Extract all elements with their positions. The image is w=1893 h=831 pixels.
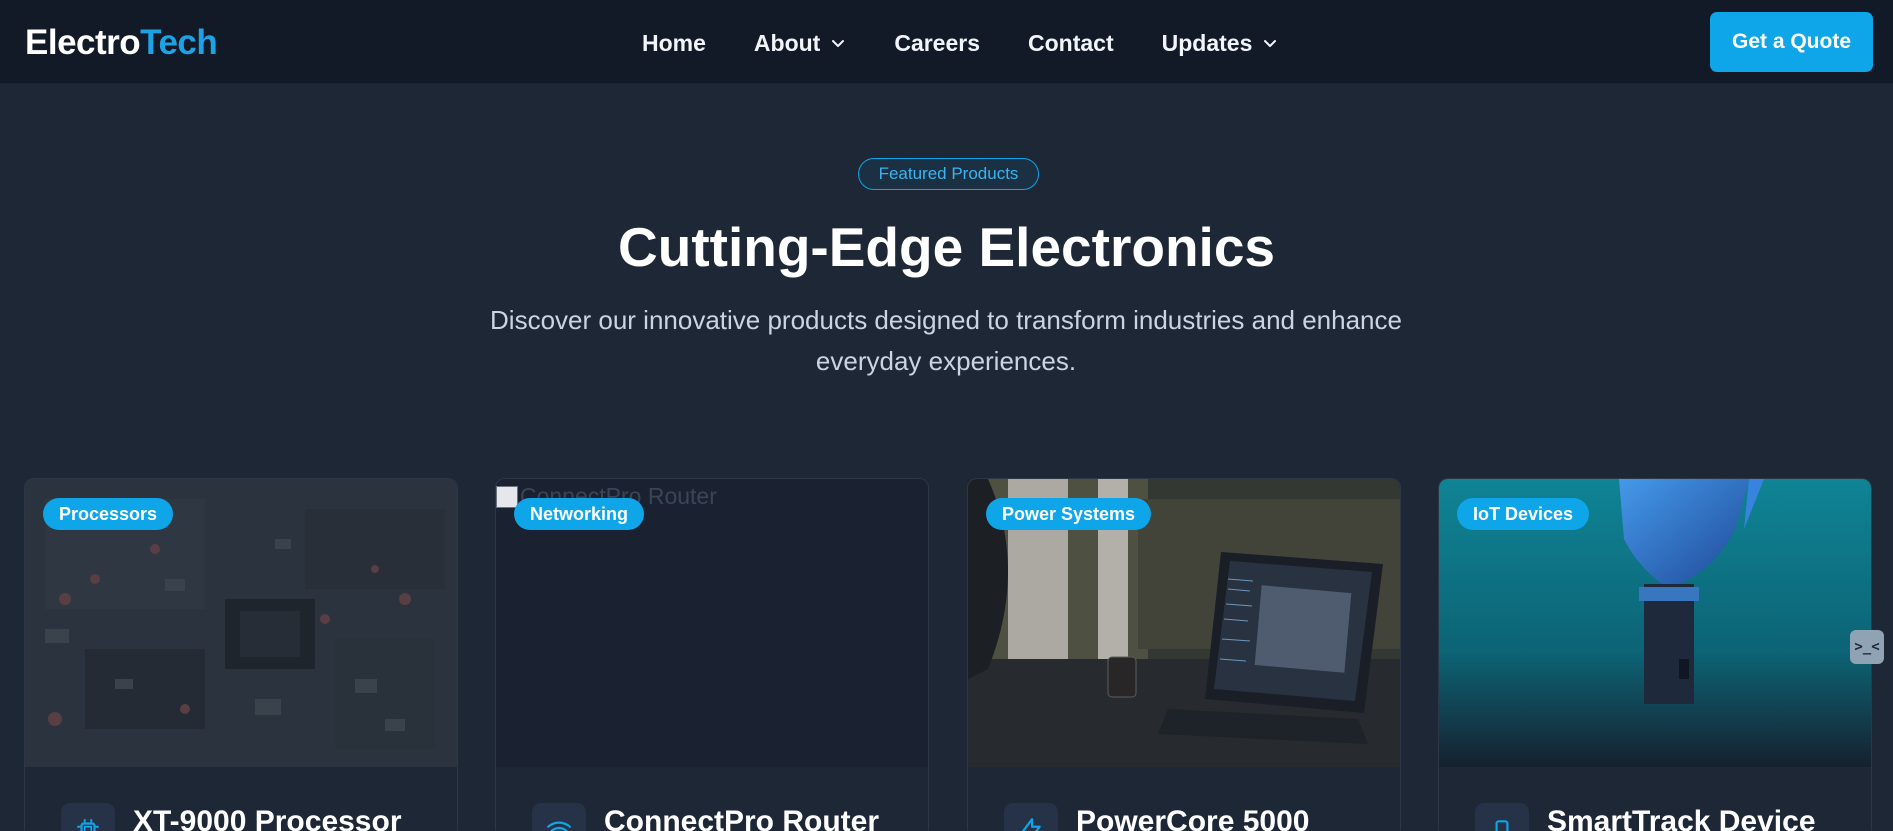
chip-icon [61,803,115,831]
get-quote-button[interactable]: Get a Quote [1710,12,1873,72]
nav-links: Home About Careers Contact Updates [642,26,1278,60]
nav-item-label: Updates [1161,29,1253,56]
lightning-icon [1004,803,1058,831]
wifi-icon [532,803,586,831]
navbar: ElectroTech Home About Careers Contact U… [0,0,1893,84]
nav-item-careers[interactable]: Careers [894,30,980,57]
product-name[interactable]: SmartTrack Device [1547,805,1816,831]
product-card[interactable]: ConnectPro Router Networking ConnectPro … [495,478,929,831]
nav-item-label: Careers [894,29,981,56]
card-body: XT-9000 Processor [25,767,457,831]
nav-item-home[interactable]: Home [642,30,706,57]
category-badge: Networking [514,498,645,530]
product-name[interactable]: XT-9000 Processor [133,805,402,831]
product-card[interactable]: Processors XT-9000 Processor [24,478,458,831]
category-badge: Power Systems [986,498,1152,530]
product-name[interactable]: PowerCore 5000 [1076,805,1309,831]
category-badge: IoT Devices [1457,498,1590,530]
card-body: ConnectPro Router [496,767,928,831]
featured-badge: Featured Products [858,158,1039,190]
product-card[interactable]: Power Systems PowerCore 5000 [967,478,1401,831]
logo-part2: Tech [140,23,218,62]
card-body: SmartTrack Device [1439,767,1871,831]
hero-subtitle: Discover our innovative products designe… [490,305,1402,376]
logo-part1: Electro [25,23,141,62]
broken-image-icon [496,485,518,508]
nav-item-label: Home [642,29,706,56]
nav-item-contact[interactable]: Contact [1028,30,1114,57]
nav-item-label: About [753,29,821,56]
product-name[interactable]: ConnectPro Router [604,805,879,831]
logo[interactable]: ElectroTech [25,23,218,63]
chevron-down-icon [1264,40,1277,47]
nav-item-updates[interactable]: Updates [1162,30,1279,57]
card-body: PowerCore 5000 [968,767,1400,831]
category-badge: Processors [43,498,174,530]
nav-item-about[interactable]: About [754,30,846,57]
page-title: Cutting-Edge Electronics [618,216,1275,278]
product-card[interactable]: IoT Devices SmartTrack Device [1438,478,1872,831]
floating-widget-button[interactable]: >_< [1850,630,1884,664]
nav-item-label: Contact [1028,29,1114,56]
device-icon [1475,803,1529,831]
chevron-down-icon [832,40,845,47]
